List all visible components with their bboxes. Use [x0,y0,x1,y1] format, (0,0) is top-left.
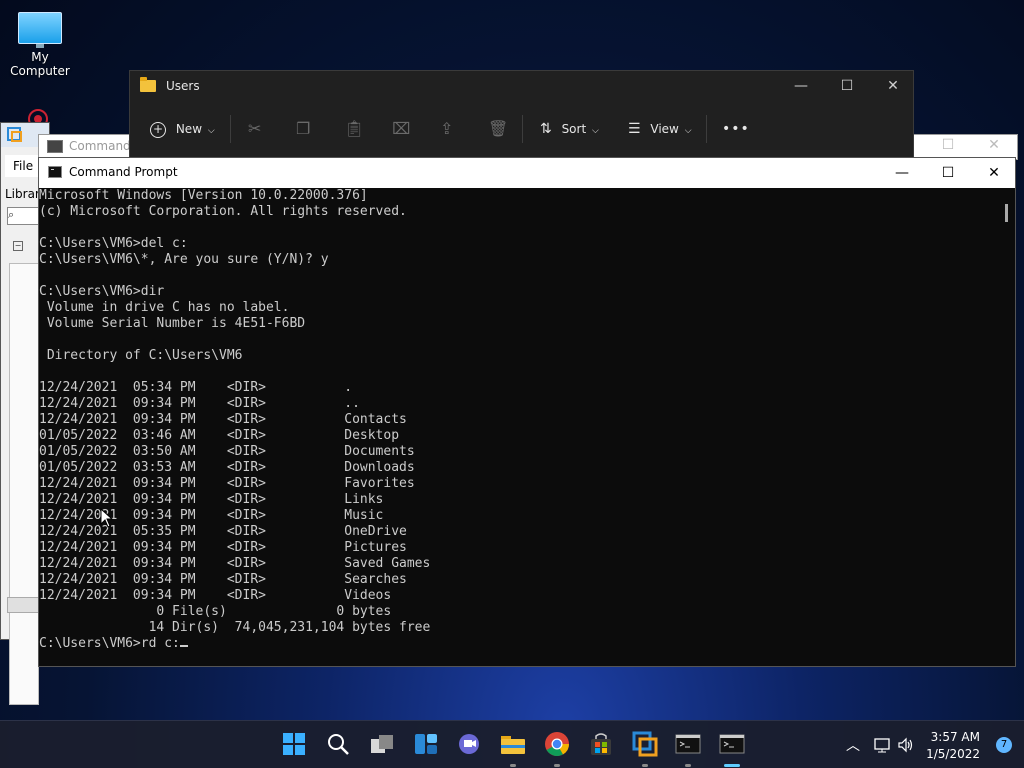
running-indicator [685,764,691,767]
chevron-down-icon: ⌵ [592,126,599,136]
network-icon[interactable] [873,736,891,754]
app-icon [7,127,22,142]
desktop-icon-my-computer[interactable]: My Computer [0,8,80,78]
maximize-button[interactable]: ☐ [824,71,870,101]
cut-icon[interactable]: ✂ [248,117,261,141]
paste-icon[interactable]: 📋︎ [344,117,364,141]
library-label: Librar [5,187,40,201]
folder-icon[interactable] [500,731,526,757]
windows-start-icon[interactable] [281,731,307,757]
terminal-icon[interactable] [675,731,701,757]
notification-badge[interactable]: 7 [996,737,1012,753]
view-icon: ☰ [628,121,641,137]
taskbar: ︿ 3:57 AM 1/5/2022 7 [0,720,1024,768]
text-cursor [179,645,188,647]
running-indicator [510,764,516,767]
terminal-icon[interactable] [719,731,745,757]
volume-icon[interactable] [897,736,915,754]
terminal-icon [48,166,62,178]
clock-date: 1/5/2022 [926,747,980,761]
terminal-icon [47,140,63,153]
console-prompt[interactable]: C:\Users\VM6>rd c: [39,636,180,651]
new-button[interactable]: + New ⌵ [150,117,215,141]
search-icon[interactable] [325,731,351,757]
cmd-titlebar: Command Prompt — ☐ ✕ [39,158,1015,188]
chevron-up-icon[interactable]: ︿ [846,735,860,768]
more-options-button[interactable]: ••• [722,117,750,141]
close-icon[interactable]: ✕ [971,137,1017,157]
clock-time: 3:57 AM [930,730,980,744]
console-text: Microsoft Windows [Version 10.0.22000.37… [39,188,431,635]
view-label: View [650,122,679,136]
mouse-pointer-icon [100,508,114,528]
explorer-toolbar: + New ⌵ ✂ ❐ 📋︎ ⌧ ⇪ 🗑︎ ⇅ Sort ⌵ ☰ View ⌵ … [130,107,913,151]
minimize-button[interactable]: — [778,71,824,101]
delete-icon[interactable]: 🗑︎ [488,117,508,141]
active-indicator [724,764,740,767]
chat-icon[interactable] [457,731,483,757]
rename-icon[interactable]: ⌧ [392,117,410,141]
clock[interactable]: 3:57 AM 1/5/2022 [926,729,980,763]
chevron-down-icon: ⌵ [684,126,692,136]
explorer-window[interactable]: Users — ☐ ✕ + New ⌵ ✂ ❐ 📋︎ ⌧ ⇪ 🗑︎ ⇅ Sort… [129,70,914,158]
widgets-icon[interactable] [413,731,439,757]
command-prompt-window[interactable]: Command Prompt — ☐ ✕ Microsoft Windows [… [38,157,1016,667]
chrome-icon[interactable] [544,731,570,757]
maximize-icon[interactable]: ☐ [925,137,971,157]
minimize-button[interactable]: — [879,158,925,188]
sort-label: Sort [561,122,587,136]
background-cmd-title: Command [69,139,131,153]
sort-icon: ⇅ [540,121,552,137]
task-view-icon[interactable] [369,731,395,757]
explorer-title: Users [166,79,200,93]
close-button[interactable]: ✕ [971,158,1017,188]
monitor-icon [18,12,62,48]
folder-icon [140,77,156,92]
sort-button[interactable]: ⇅ Sort ⌵ [540,117,599,141]
plus-circle-icon: + [150,122,166,138]
app-icon[interactable] [632,731,658,757]
maximize-button[interactable]: ☐ [925,158,971,188]
desktop-icon-label: My Computer [10,50,70,78]
store-icon[interactable] [588,731,614,757]
scrollbar-thumb[interactable] [1005,204,1008,222]
cmd-title: Command Prompt [69,165,178,179]
vertical-scrollbar[interactable] [999,188,1015,666]
running-indicator [642,764,648,767]
new-label: New [175,122,203,136]
search-icon[interactable]: ⌕ [7,207,39,225]
copy-icon[interactable]: ❐ [296,117,310,141]
background-window-pane [9,263,39,705]
running-indicator [554,764,560,767]
close-button[interactable]: ✕ [870,71,916,101]
tree-collapse-icon[interactable]: − [13,241,23,251]
view-button[interactable]: ☰ View ⌵ [628,117,692,141]
console-output[interactable]: Microsoft Windows [Version 10.0.22000.37… [39,188,999,666]
chevron-down-icon: ⌵ [207,126,215,136]
share-icon[interactable]: ⇪ [440,117,453,141]
